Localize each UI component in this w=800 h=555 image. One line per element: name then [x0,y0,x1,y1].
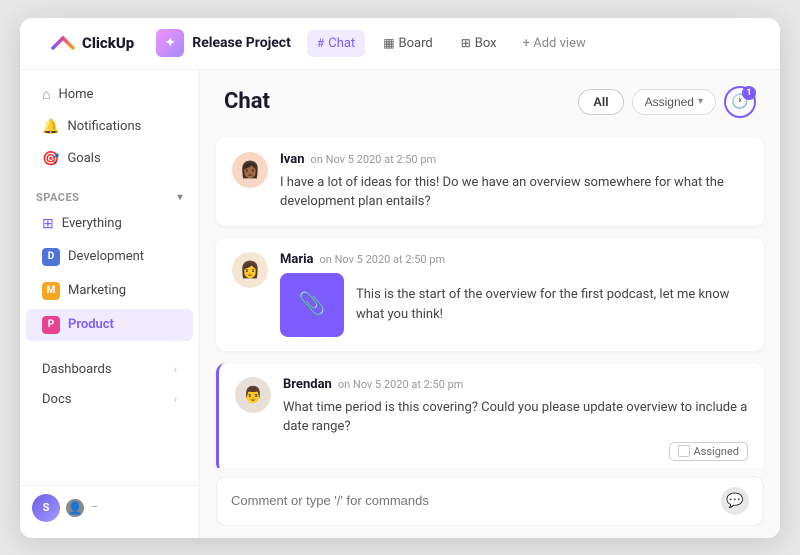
sidebar-item-marketing[interactable]: M Marketing [26,275,193,307]
logo-text: ClickUp [82,34,134,52]
message-card: 👨 Brendan on Nov 5 2020 at 2:50 pm What … [216,363,764,468]
avatar: 👨 [235,377,271,413]
home-icon: ⌂ [42,86,50,103]
user-photo: 👤 [66,499,84,517]
sidebar-item-notifications[interactable]: 🔔 Notifications [26,112,193,142]
sidebar-item-everything[interactable]: ⊞ Everything [26,209,193,239]
bell-icon: 🔔 [42,119,59,135]
message-body: Brendan on Nov 5 2020 at 2:50 pm What ti… [283,377,748,437]
message-time: on Nov 5 2020 at 2:50 pm [338,378,464,391]
send-icon: 💬 [726,493,743,509]
tab-box[interactable]: ⊞ Box [451,30,507,57]
app-window: ClickUp ✦ Release Project # Chat ▦ Board… [20,18,780,538]
message-author: Maria [280,252,314,267]
main-layout: ⌂ Home 🔔 Notifications 🎯 Goals Spaces ▾ … [20,70,780,538]
tab-board[interactable]: ▦ Board [373,30,443,57]
message-author: Brendan [283,377,332,392]
product-dot: P [42,316,60,334]
message-header: Brendan on Nov 5 2020 at 2:50 pm [283,377,748,392]
chat-content: Chat All Assigned ▾ 🕐 1 👩🏾 [200,70,780,538]
sidebar-item-development[interactable]: D Development [26,241,193,273]
page-title: Chat [224,89,270,114]
send-button[interactable]: 💬 [721,487,749,515]
message-card: 👩 Maria on Nov 5 2020 at 2:50 pm 📎 This … [216,238,764,351]
topbar: ClickUp ✦ Release Project # Chat ▦ Board… [20,18,780,70]
sidebar-item-home[interactable]: ⌂ Home [26,79,193,110]
message-body: Ivan on Nov 5 2020 at 2:50 pm I have a l… [280,152,748,212]
development-dot: D [42,248,60,266]
sidebar: ⌂ Home 🔔 Notifications 🎯 Goals Spaces ▾ … [20,70,200,538]
message-time: on Nov 5 2020 at 2:50 pm [320,253,446,266]
logo: ClickUp [36,20,148,66]
user-avatar[interactable]: S [32,494,60,522]
sidebar-item-dashboards[interactable]: Dashboards › [26,355,193,384]
add-view-button[interactable]: + Add view [515,30,594,57]
message-time: on Nov 5 2020 at 2:50 pm [311,153,437,166]
comment-input[interactable] [231,493,721,508]
project-name: Release Project [192,35,291,51]
filter-row: All Assigned ▾ 🕐 1 [578,86,756,118]
filter-all-button[interactable]: All [578,89,623,115]
docs-chevron-icon: › [174,393,177,406]
message-text: What time period is this covering? Could… [283,398,748,437]
message-text: I have a lot of ideas for this! Do we ha… [280,173,748,212]
message-with-attachment: 📎 This is the start of the overview for … [280,273,748,337]
paperclip-icon: 📎 [298,292,325,317]
message-header: Ivan on Nov 5 2020 at 2:50 pm [280,152,748,167]
chevron-down-icon: ▾ [177,192,183,203]
message-text: This is the start of the overview for th… [356,285,748,324]
dashboards-chevron-icon: › [174,363,177,376]
everything-icon: ⊞ [42,216,54,232]
sidebar-footer: S 👤 – [20,485,199,530]
messages-area: 👩🏾 Ivan on Nov 5 2020 at 2:50 pm I have … [200,130,780,468]
board-icon: ▦ [383,36,394,50]
spaces-section-header: Spaces ▾ [20,183,199,208]
attachment-preview[interactable]: 📎 [280,273,344,337]
notification-count: 1 [742,86,756,100]
avatar: 👩 [232,252,268,288]
checkbox-icon [678,445,690,457]
goals-icon: 🎯 [42,151,59,167]
message-header: Maria on Nov 5 2020 at 2:50 pm [280,252,748,267]
sidebar-item-docs[interactable]: Docs › [26,385,193,414]
marketing-dot: M [42,282,60,300]
filter-assigned-button[interactable]: Assigned ▾ [632,89,716,115]
assigned-tag[interactable]: Assigned [669,442,749,461]
box-icon: ⊞ [461,36,471,50]
content-header: Chat All Assigned ▾ 🕐 1 [200,70,780,130]
avatar: 👩🏾 [232,152,268,188]
clickup-logo-icon [50,30,76,56]
sidebar-item-goals[interactable]: 🎯 Goals [26,144,193,174]
hash-icon: # [317,36,324,50]
chevron-down-icon: ▾ [698,96,703,107]
bottom-nav: Dashboards › Docs › [20,354,199,415]
sidebar-item-product[interactable]: P Product [26,309,193,341]
project-icon: ✦ [156,29,184,57]
tab-chat[interactable]: # Chat [307,30,365,57]
notification-badge[interactable]: 🕐 1 [724,86,756,118]
comment-box: 💬 [216,476,764,526]
message-author: Ivan [280,152,305,167]
message-card: 👩🏾 Ivan on Nov 5 2020 at 2:50 pm I have … [216,138,764,226]
message-body: Maria on Nov 5 2020 at 2:50 pm 📎 This is… [280,252,748,337]
user-status: – [90,500,99,515]
